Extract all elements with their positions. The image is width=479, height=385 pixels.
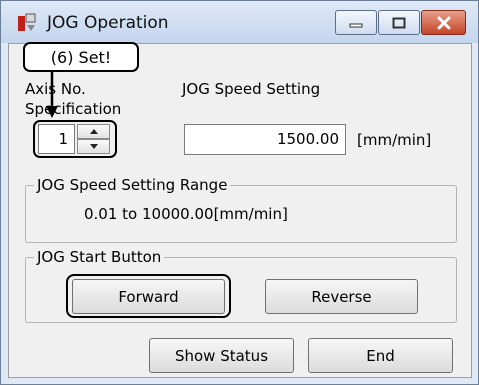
end-button[interactable]: End bbox=[308, 338, 453, 373]
chevron-down-icon bbox=[89, 144, 98, 149]
close-button[interactable] bbox=[421, 10, 466, 35]
step-callout: (6) Set! bbox=[23, 42, 139, 72]
minimize-button[interactable] bbox=[335, 10, 377, 35]
window-title: JOG Operation bbox=[47, 13, 169, 33]
speed-range-legend: JOG Speed Setting Range bbox=[34, 176, 231, 194]
axis-spin-up-button[interactable] bbox=[77, 124, 110, 139]
chevron-up-icon bbox=[89, 129, 98, 134]
jog-operation-window: JOG Operation Axis No. Specification JOG… bbox=[0, 0, 479, 385]
jog-start-legend: JOG Start Button bbox=[34, 248, 165, 266]
speed-range-text: 0.01 to 10000.00[mm/min] bbox=[84, 205, 288, 223]
reverse-button[interactable]: Reverse bbox=[265, 279, 418, 314]
axis-label-line2: Specification bbox=[25, 100, 122, 118]
maximize-icon bbox=[392, 17, 406, 28]
forward-button[interactable]: Forward bbox=[72, 279, 225, 314]
maximize-button[interactable] bbox=[378, 10, 420, 35]
arrow-down-icon bbox=[46, 72, 58, 118]
speed-unit-label: [mm/min] bbox=[357, 131, 432, 149]
title-bar[interactable]: JOG Operation bbox=[1, 1, 478, 43]
axis-spin-down-button[interactable] bbox=[77, 139, 110, 154]
jog-speed-input[interactable]: 1500.00 bbox=[184, 124, 346, 155]
axis-number-input[interactable]: 1 bbox=[38, 124, 75, 154]
minimize-icon bbox=[349, 23, 363, 27]
show-status-button[interactable]: Show Status bbox=[149, 338, 294, 373]
app-icon bbox=[18, 13, 36, 31]
speed-range-group: JOG Speed Setting Range 0.01 to 10000.00… bbox=[25, 176, 457, 243]
close-icon bbox=[437, 16, 450, 29]
speed-label: JOG Speed Setting bbox=[182, 80, 321, 98]
